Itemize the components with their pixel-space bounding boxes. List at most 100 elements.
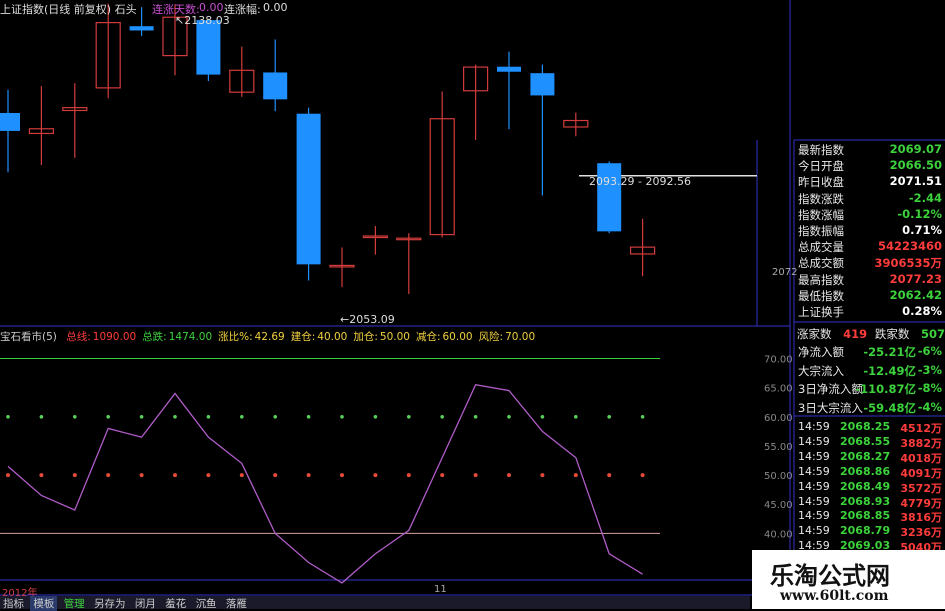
tick-price: 2068.86 (840, 464, 891, 478)
red-dot (239, 473, 244, 478)
consec-amp-value: 0.00 (263, 1, 288, 14)
indicator-item-value: 42.69 (254, 331, 285, 343)
info-value: 2066.50 (889, 158, 942, 173)
low-price-label: ←2053.09 (340, 313, 395, 326)
y-tick-label: 65.00 (764, 384, 793, 395)
red-dot (273, 473, 278, 478)
indicator-item-value: 60.00 (442, 331, 473, 343)
green-dot (6, 414, 10, 419)
indicator-item-label: 总跌: (142, 331, 167, 343)
green-dot (139, 414, 144, 419)
flow-row: 3日净流入额 -110.87亿 -8% (796, 381, 944, 397)
red-dot (39, 473, 44, 478)
indicator-item-label: 建仓: (290, 331, 316, 343)
info-value: 0.28% (902, 304, 942, 318)
indicator-line (7, 383, 643, 584)
green-dot (306, 414, 311, 419)
tick-price: 2068.49 (840, 479, 891, 493)
tick-volume: 4018万 (900, 451, 942, 465)
green-dot (507, 414, 511, 419)
info-row: 上证换手 0.28% (796, 304, 944, 320)
tick-price: 2068.93 (840, 494, 891, 508)
candle-body (129, 26, 154, 31)
info-label: 上证换手 (798, 305, 844, 319)
indicator-item-label: 总线: (66, 331, 91, 343)
indicator-item-value: 1474.00 (168, 331, 213, 343)
y-tick-label: 40.00 (764, 529, 793, 540)
watermark-title: 乐淘公式网 (770, 561, 890, 590)
green-dot (607, 414, 611, 419)
green-dot (440, 414, 445, 419)
hline-price-label: 2093.29 - 2092.56 (589, 175, 691, 188)
bottom-tab-bar: 指标 模板 管理 另存为 闭月 羞花 沉鱼 落雁 (0, 596, 750, 611)
info-value: 0.71% (902, 223, 942, 237)
x-label-month: 11 (434, 584, 447, 595)
red-dot (607, 473, 612, 478)
tick-row[interactable]: 14:59 2068.55 3882万 (798, 434, 944, 450)
green-dot (73, 414, 77, 419)
high-price-label: ↖2138.03 (175, 14, 230, 27)
info-label: 指数涨幅 (798, 207, 844, 222)
flow-label: 3日净流入额 (798, 382, 863, 396)
info-label: 最低指数 (798, 288, 844, 303)
info-row: 最高指数 2077.23 (796, 272, 944, 288)
tick-row[interactable]: 14:59 2068.49 3572万 (798, 479, 944, 495)
tick-row[interactable]: 14:59 2068.27 4018万 (798, 449, 944, 465)
green-dot (473, 414, 478, 419)
tick-time: 14:59 (798, 524, 830, 538)
info-value: -0.12% (897, 206, 942, 221)
tick-volume: 4091万 (900, 466, 942, 480)
green-dot (39, 414, 44, 419)
tick-row[interactable]: 14:59 2068.25 4512万 (798, 420, 944, 435)
indicator-item-label: 风险: (478, 331, 504, 343)
info-row: 指数涨幅 -0.12% (796, 207, 944, 223)
info-row: 最新指数 2069.07 (796, 142, 944, 158)
green-dot (206, 414, 211, 419)
red-dot (406, 473, 411, 478)
red-dot (373, 473, 378, 478)
info-row: 指数涨跌 -2.44 (796, 191, 944, 207)
indicator-bar: 宝石看市(5) 总线: 1090.00 总跌: 1474.00 涨比%: 42.69 建仓:… (0, 329, 535, 344)
red-dot (106, 473, 111, 478)
info-value: -2.44 (908, 190, 942, 205)
tick-row[interactable]: 14:59 2068.79 3236万 (798, 524, 944, 539)
tick-row[interactable]: 14:59 2068.85 3816万 (798, 509, 944, 525)
candle-body (296, 113, 321, 265)
tick-volume: 3572万 (900, 481, 942, 495)
green-dot (240, 414, 244, 419)
tick-price: 2068.25 (840, 420, 891, 433)
info-label: 最新指数 (798, 143, 844, 157)
red-dot (72, 473, 77, 478)
info-label: 最高指数 (798, 272, 844, 287)
flow-pct: -3% (917, 362, 942, 377)
info-row: 总成交额 3906535万 (796, 255, 944, 271)
info-label: 总成交额 (798, 256, 844, 271)
tick-volume: 3816万 (900, 511, 942, 525)
flow-row: 大宗流入 -12.49亿 -3% (796, 363, 944, 379)
tick-volume: 3882万 (900, 436, 942, 450)
red-dot (306, 473, 311, 478)
info-row: 指数振幅 0.71% (796, 223, 944, 239)
tick-time: 14:59 (798, 434, 830, 448)
updown-row: 涨家数 419 跌家数 507 (797, 326, 945, 342)
candle-body (530, 73, 555, 96)
up-count-label: 涨家数 (797, 327, 832, 341)
tick-price: 2068.55 (840, 434, 891, 448)
indicator-item-value: 70.00 (505, 331, 536, 343)
candle-body (597, 163, 622, 232)
flow-row: 3日大宗流入 -59.48亿 -4% (796, 400, 944, 416)
tick-time: 14:59 (798, 509, 830, 523)
flow-pct: -8% (917, 381, 942, 395)
info-row: 总成交量 54223460 (796, 239, 944, 255)
info-label: 今日开盘 (798, 159, 844, 174)
indicator-item-value: 50.00 (379, 331, 410, 343)
tick-row[interactable]: 14:59 2068.93 4779万 (798, 494, 944, 510)
tick-row[interactable]: 14:59 2068.86 4091万 (798, 464, 944, 480)
watermark-url: www.60lt.com (780, 588, 889, 604)
red-dot (573, 473, 578, 478)
red-dot (640, 473, 645, 478)
tick-time: 14:59 (798, 449, 830, 463)
info-value: 2062.42 (889, 287, 942, 302)
watermark-logo: 乐淘公式网 www.60lt.com (752, 550, 945, 609)
up-count-value: 419 (843, 327, 868, 341)
